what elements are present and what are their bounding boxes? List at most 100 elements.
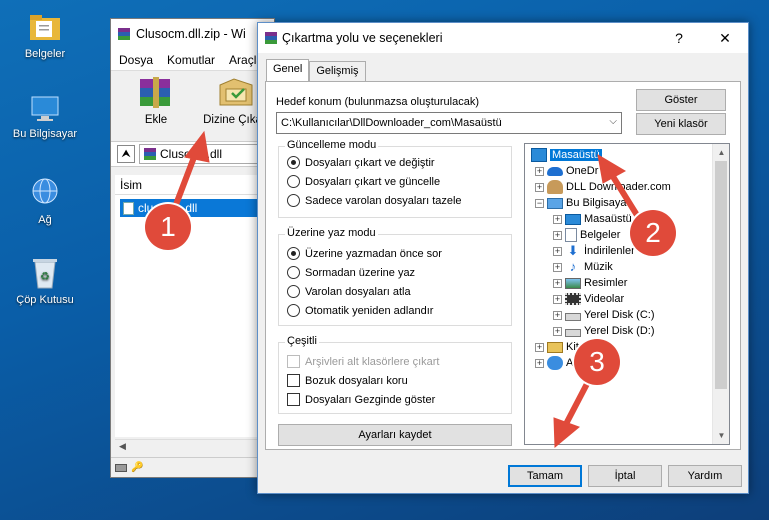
expand-icon[interactable]: + xyxy=(553,326,562,336)
winrar-toolbar: Ekle Dizine Çıkart xyxy=(111,71,274,131)
overwrite-option-overwrite[interactable]: Sormadan üzerine yaz xyxy=(287,266,415,279)
tree-item-desktop[interactable]: + Masaüstü xyxy=(553,211,632,227)
overwrite-option-rename[interactable]: Otomatik yeniden adlandır xyxy=(287,304,433,317)
extraction-dialog: Çıkartma yolu ve seçenekleri ? ✕ Genel G… xyxy=(257,22,749,494)
tree-label: Müzik xyxy=(584,261,613,273)
update-mode-title: Güncelleme modu xyxy=(285,139,379,151)
computer-icon xyxy=(547,197,563,209)
tree-item-user[interactable]: + DLL Downloader.com xyxy=(535,179,671,195)
cancel-button[interactable]: İptal xyxy=(588,465,662,487)
overwrite-option-skip[interactable]: Varolan dosyaları atla xyxy=(287,285,411,298)
menu-file[interactable]: Dosya xyxy=(119,53,153,67)
tree-item-this-pc[interactable]: − Bu Bilgisaya xyxy=(535,195,627,211)
onedrive-icon xyxy=(547,166,563,176)
overwrite-option-ask[interactable]: Üzerine yazmadan önce sor xyxy=(287,247,442,260)
menu-commands[interactable]: Komutlar xyxy=(167,53,215,67)
dll-file-icon xyxy=(123,201,134,215)
tab-advanced[interactable]: Gelişmiş xyxy=(309,61,366,81)
desktop-icon-documents[interactable]: Belgeler xyxy=(0,10,90,60)
tree-scrollbar[interactable]: ▲ ▼ xyxy=(712,144,729,444)
radio-selected xyxy=(287,247,300,260)
dialog-titlebar[interactable]: Çıkartma yolu ve seçenekleri ? ✕ xyxy=(258,23,748,53)
expand-icon[interactable]: + xyxy=(553,278,562,288)
misc-group: Çeşitli Arşivleri alt klasörlere çıkart … xyxy=(278,335,512,414)
misc-option-show-in-explorer[interactable]: Dosyaları Gezginde göster xyxy=(287,393,435,406)
drive-icon xyxy=(565,313,581,321)
destination-path-combobox[interactable]: C:\Kullanıcılar\DllDownloader_com\Masaüs… xyxy=(276,112,622,134)
recycle-bin-icon: ♻ xyxy=(33,259,57,289)
expand-icon[interactable]: + xyxy=(553,230,562,240)
expand-icon[interactable]: + xyxy=(553,310,562,320)
column-header-name[interactable]: İsim xyxy=(115,175,274,195)
add-button[interactable]: Ekle xyxy=(121,75,191,131)
option-label: Dosyaları çıkart ve güncelle xyxy=(305,175,441,188)
option-label: Bozuk dosyaları koru xyxy=(305,374,408,387)
archive-path-field[interactable]: Clusocm.dll xyxy=(139,144,274,164)
help-button[interactable]: Yardım xyxy=(668,465,742,487)
help-title-button[interactable]: ? xyxy=(656,23,702,53)
destination-path-text: C:\Kullanıcılar\DllDownloader_com\Masaüs… xyxy=(281,117,502,129)
tree-item-local-disk-c[interactable]: + Yerel Disk (C:) xyxy=(553,307,655,323)
up-folder-button[interactable]: ⮝ xyxy=(117,145,135,163)
step-marker-1: 1 xyxy=(145,204,191,250)
scroll-down-icon[interactable]: ▼ xyxy=(713,427,729,444)
svg-text:♻: ♻ xyxy=(40,270,50,283)
update-option-update[interactable]: Dosyaları çıkart ve güncelle xyxy=(287,175,440,188)
videos-icon xyxy=(565,293,581,305)
radio-unselected xyxy=(287,266,300,279)
expand-icon[interactable]: + xyxy=(553,294,562,304)
close-button[interactable]: ✕ xyxy=(702,23,748,53)
tree-item-network[interactable]: + Ağ xyxy=(535,355,579,371)
save-settings-button[interactable]: Ayarları kaydet xyxy=(278,424,512,446)
expand-icon[interactable]: + xyxy=(553,246,562,256)
tree-item-downloads[interactable]: + ⬇ İndirilenler xyxy=(553,243,635,259)
tree-item-videos[interactable]: + Videolar xyxy=(553,291,624,307)
network-icon xyxy=(547,356,563,370)
ok-button[interactable]: Tamam xyxy=(508,465,582,487)
winrar-title: Clusocm.dll.zip - Wi xyxy=(136,27,246,41)
tree-item-music[interactable]: + ♪ Müzik xyxy=(553,259,613,275)
expand-icon[interactable]: + xyxy=(535,342,544,352)
radio-selected xyxy=(287,156,300,169)
expand-icon[interactable]: + xyxy=(535,358,544,368)
tab-general[interactable]: Genel xyxy=(266,59,310,81)
desktop-icon-network[interactable]: Ağ xyxy=(0,176,90,226)
expand-icon[interactable]: + xyxy=(553,214,562,224)
tree-item-local-disk-d[interactable]: + Yerel Disk (D:) xyxy=(553,323,655,339)
folder-tree[interactable]: Masaüstü + OneDr + DLL Downloader.com − … xyxy=(524,143,730,445)
scroll-thumb[interactable] xyxy=(715,161,727,389)
dialog-tabs: Genel Gelişmiş xyxy=(266,59,366,81)
show-button[interactable]: Göster xyxy=(636,89,726,111)
pictures-icon xyxy=(565,277,581,289)
tree-label: DLL Downloader.com xyxy=(566,181,671,193)
tree-label: Masaüstü xyxy=(550,149,602,161)
update-option-replace[interactable]: Dosyaları çıkart ve değiştir xyxy=(287,156,435,169)
winrar-app-icon xyxy=(265,32,277,44)
tree-label: Masaüstü xyxy=(584,213,632,225)
tree-item-desktop-root[interactable]: Masaüstü xyxy=(531,147,602,163)
tree-item-documents[interactable]: + Belgeler xyxy=(553,227,620,243)
tree-item-pictures[interactable]: + Resimler xyxy=(553,275,627,291)
file-list: clusocm.dll xyxy=(115,195,274,437)
collapse-icon[interactable]: − xyxy=(535,198,544,208)
winrar-titlebar[interactable]: Clusocm.dll.zip - Wi xyxy=(111,19,274,49)
step-marker-2: 2 xyxy=(630,210,676,256)
option-label: Dosyaları çıkart ve değiştir xyxy=(305,156,435,169)
winrar-archive-icon xyxy=(144,148,156,160)
computer-icon xyxy=(31,96,59,121)
expand-icon[interactable]: + xyxy=(535,182,544,192)
desktop-icon-this-pc[interactable]: Bu Bilgisayar xyxy=(0,94,90,140)
file-row[interactable]: clusocm.dll xyxy=(120,199,274,217)
tree-item-onedrive[interactable]: + OneDr xyxy=(535,163,598,179)
desktop-icon-recycle-bin[interactable]: ♻ Çöp Kutusu xyxy=(0,256,90,306)
option-label: Otomatik yeniden adlandır xyxy=(305,304,434,317)
new-folder-button[interactable]: Yeni klasör xyxy=(636,113,726,135)
expand-icon[interactable]: + xyxy=(553,262,562,272)
horizontal-scrollbar[interactable]: ◀ xyxy=(115,439,274,455)
destination-label: Hedef konum (bulunmazsa oluşturulacak) xyxy=(276,96,479,108)
misc-option-keep-broken[interactable]: Bozuk dosyaları koru xyxy=(287,374,408,387)
option-label: Üzerine yazmadan önce sor xyxy=(305,247,442,260)
scroll-up-icon[interactable]: ▲ xyxy=(713,144,729,161)
expand-icon[interactable]: + xyxy=(535,166,544,176)
update-option-freshen[interactable]: Sadece varolan dosyaları tazele xyxy=(287,194,462,207)
